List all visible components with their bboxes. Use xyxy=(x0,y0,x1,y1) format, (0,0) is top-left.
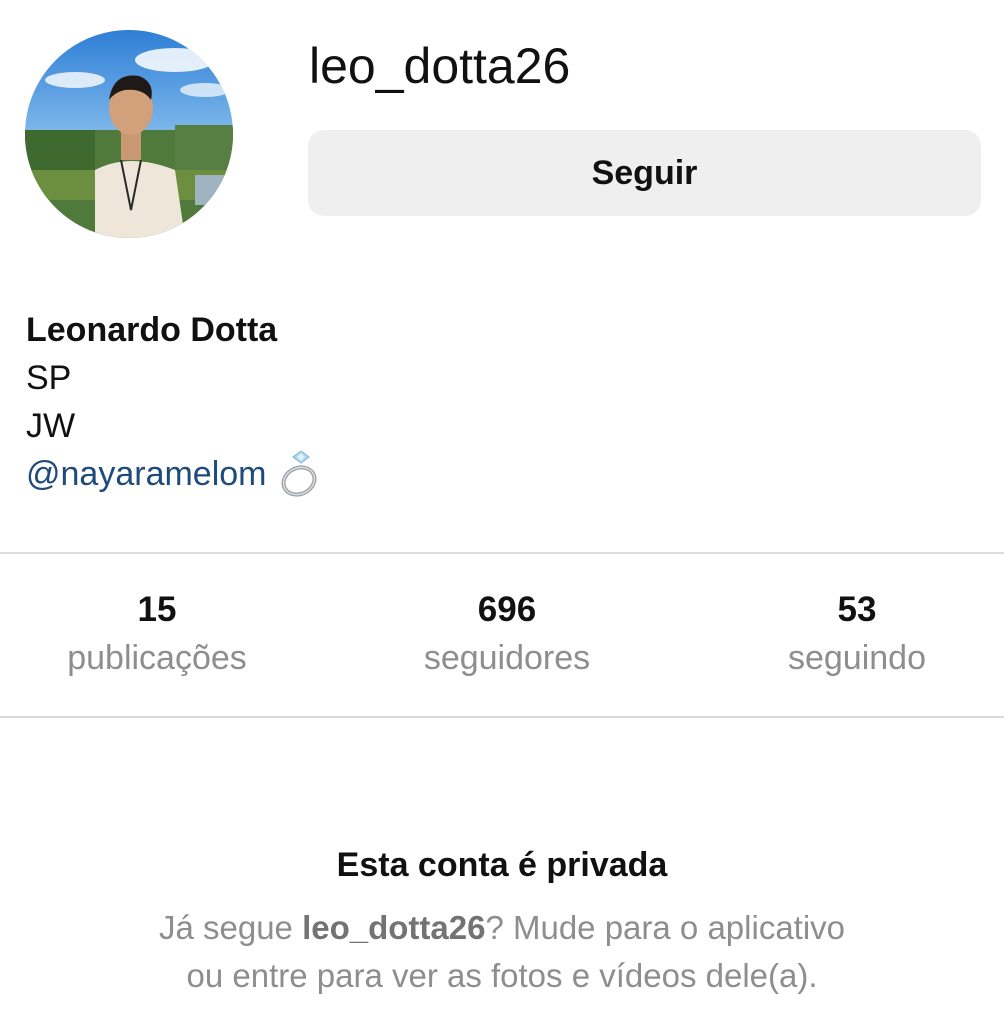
bio-line-location: SP xyxy=(26,359,72,397)
posts-label: publicações xyxy=(67,639,247,677)
following-count: 53 xyxy=(837,590,877,629)
stats-bottom-divider xyxy=(0,716,1004,718)
bio-mention-row: @nayaramelom xyxy=(26,449,726,498)
stat-posts[interactable]: 15 publicações xyxy=(7,585,307,681)
profile-full-name: Leonardo Dotta xyxy=(26,311,278,349)
private-message-username: leo_dotta26 xyxy=(302,909,486,946)
profile-stats: 15 publicações 696 seguidores 53 seguind… xyxy=(0,585,1004,695)
following-label: seguindo xyxy=(787,639,926,677)
followers-count: 696 xyxy=(477,590,537,629)
private-account-title: Esta conta é privada xyxy=(336,846,668,884)
followers-label: seguidores xyxy=(423,639,591,677)
private-message-line2: ou entre para ver as fotos e vídeos dele… xyxy=(186,957,818,994)
posts-count: 15 xyxy=(137,590,177,629)
private-account-message: Já segue leo_dotta26? Mude para o aplica… xyxy=(0,904,1004,1000)
profile-photo-icon xyxy=(25,30,233,238)
ring-icon xyxy=(279,449,323,502)
stat-followers[interactable]: 696 seguidores xyxy=(357,585,657,681)
bio-line-religion: JW xyxy=(26,407,76,445)
bio-mention-link[interactable]: @nayaramelom xyxy=(26,455,267,494)
profile-bio: Leonardo Dotta SP JW @nayaramelom xyxy=(26,306,726,498)
stat-following[interactable]: 53 seguindo xyxy=(707,585,1004,681)
private-message-prefix: Já segue xyxy=(158,909,303,946)
private-account-notice: Esta conta é privada Já segue leo_dotta2… xyxy=(0,840,1004,1000)
stats-top-divider xyxy=(0,552,1004,554)
profile-avatar[interactable] xyxy=(25,30,233,238)
private-message-suffix: ? Mude para o aplicativo xyxy=(485,909,846,946)
profile-username: leo_dotta26 xyxy=(309,38,571,94)
follow-button[interactable]: Seguir xyxy=(308,130,981,216)
